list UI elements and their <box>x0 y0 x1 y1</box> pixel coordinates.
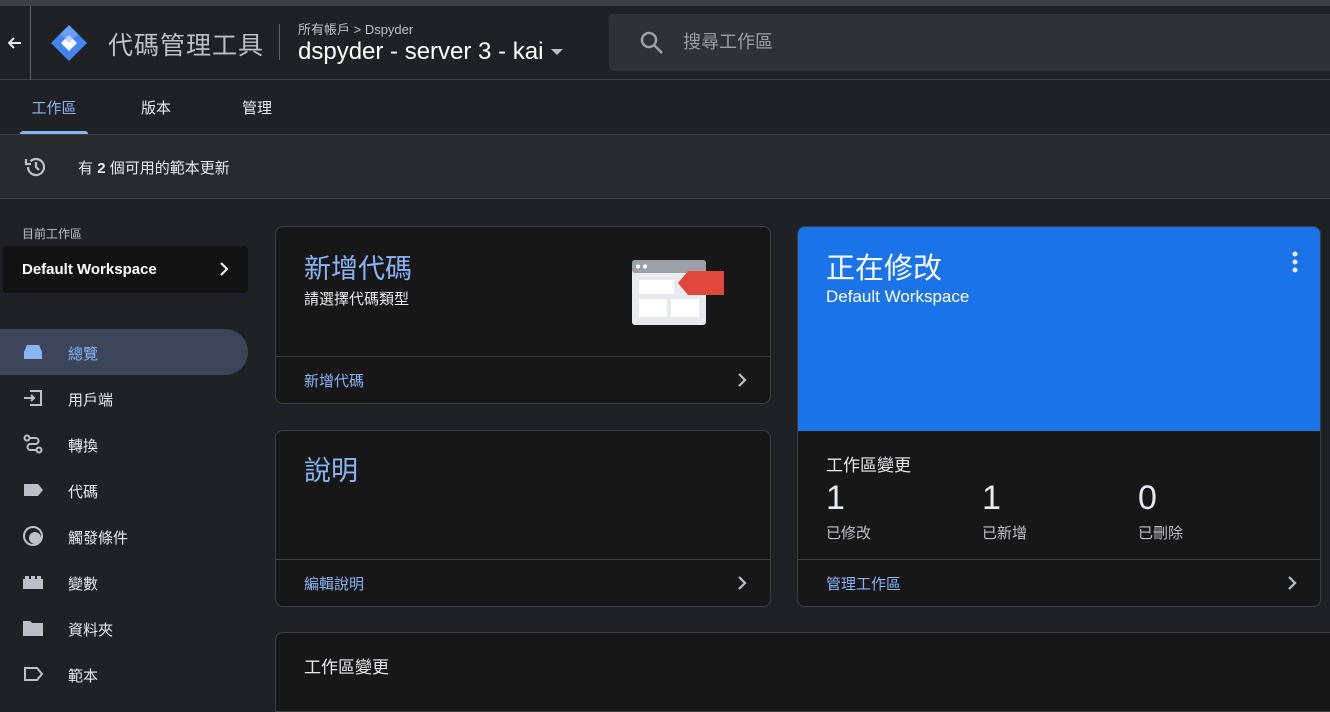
search-bar[interactable] <box>609 14 1330 71</box>
trigger-icon <box>23 526 43 546</box>
editing-workspace-name: Default Workspace <box>826 287 970 306</box>
sidebar-item-templates[interactable]: 範本 <box>0 651 248 697</box>
sidebar-item-triggers[interactable]: 觸發條件 <box>0 513 248 559</box>
stat-deleted: 0 已刪除 <box>1138 479 1183 543</box>
dropdown-caret-icon <box>551 49 564 55</box>
new-tag-link[interactable]: 新增代碼 <box>276 356 770 403</box>
stat-value: 0 <box>1138 479 1157 517</box>
sidebar-item-label: 變數 <box>68 576 99 593</box>
sidebar-item-label: 總覽 <box>68 346 99 363</box>
current-workspace-label: 目前工作區 <box>22 227 83 241</box>
workspace-status-card: 正在修改 Default Workspace 工作區變更 1 已修改 1 已新增… <box>797 226 1321 607</box>
sidebar-item-label: 觸發條件 <box>68 530 129 547</box>
breadcrumb[interactable]: 所有帳戶 > Dspyder <box>298 19 413 38</box>
stat-label: 已刪除 <box>1138 525 1184 542</box>
tab-admin[interactable]: 管理 <box>225 81 289 134</box>
sidebar-item-label: 代碼 <box>68 484 99 501</box>
edit-description-link[interactable]: 編輯說明 <box>276 559 770 606</box>
workspace-selector[interactable]: Default Workspace <box>3 246 248 293</box>
stat-label: 已新增 <box>982 525 1028 542</box>
app-header: 代碼管理工具 所有帳戶 > Dspyder dspyder - server 3… <box>0 6 1330 80</box>
new-tag-subtitle: 請選擇代碼類型 <box>304 291 410 308</box>
tag-icon <box>24 484 43 496</box>
notice-text: 有 2 個可用的範本更新 <box>78 157 230 178</box>
folder-icon <box>23 621 43 636</box>
new-tag-title[interactable]: 新增代碼 <box>304 247 412 286</box>
app-title: 代碼管理工具 <box>108 32 265 60</box>
workspace-changes-card-title: 工作區變更 <box>304 658 389 677</box>
stat-added: 1 已新增 <box>982 479 1027 543</box>
sidebar-item-folders[interactable]: 資料夾 <box>0 605 248 651</box>
update-history-icon <box>24 157 46 177</box>
stat-value: 1 <box>826 479 845 517</box>
sidebar: 目前工作區 Default Workspace 總覽 用戶端 轉換 代碼 觸發條… <box>0 200 260 694</box>
stat-value: 1 <box>982 479 1001 517</box>
new-tag-card: 新增代碼 請選擇代碼類型 新增代碼 <box>275 226 771 404</box>
container-name: dspyder - server 3 - kai <box>298 38 544 65</box>
overview-icon <box>24 345 42 359</box>
manage-workspaces-link[interactable]: 管理工作區 <box>798 559 1320 606</box>
header-divider <box>279 24 280 60</box>
edit-description-label: 編輯說明 <box>304 575 365 593</box>
tag-illustration-icon <box>632 260 724 325</box>
sidebar-item-label: 用戶端 <box>68 392 114 409</box>
tab-workspace[interactable]: 工作區 <box>20 81 88 134</box>
sidebar-item-label: 範本 <box>68 668 99 685</box>
notice-prefix: 有 <box>78 160 94 177</box>
variable-icon <box>23 576 43 589</box>
manage-workspaces-label: 管理工作區 <box>826 575 902 593</box>
stat-modified: 1 已修改 <box>826 479 871 543</box>
main-tabs: 工作區 版本 管理 <box>0 81 1330 135</box>
search-input[interactable] <box>683 28 1283 56</box>
description-card: 說明 編輯說明 <box>275 430 771 607</box>
workspace-name: Default Workspace <box>22 261 157 278</box>
chevron-right-icon <box>738 373 747 387</box>
template-update-notice[interactable]: 有 2 個可用的範本更新 <box>0 135 1330 199</box>
transformation-icon <box>23 434 43 454</box>
notice-suffix: 個可用的範本更新 <box>109 160 230 177</box>
sidebar-item-variables[interactable]: 變數 <box>0 559 248 605</box>
description-title[interactable]: 說明 <box>304 449 358 488</box>
template-icon <box>24 667 44 681</box>
back-button[interactable] <box>0 6 31 80</box>
sidebar-item-clients[interactable]: 用戶端 <box>0 375 248 421</box>
container-selector[interactable]: dspyder - server 3 - kai <box>298 38 564 66</box>
chevron-right-icon <box>220 262 229 276</box>
arrow-back-icon <box>8 37 21 49</box>
notice-count: 2 <box>97 160 106 177</box>
workspace-changes-card: 工作區變更 <box>275 632 1330 712</box>
sidebar-item-label: 轉換 <box>68 438 99 455</box>
sidebar-item-transformations[interactable]: 轉換 <box>0 421 248 467</box>
sidebar-item-label: 資料夾 <box>68 622 114 639</box>
tab-versions[interactable]: 版本 <box>124 81 188 134</box>
chevron-right-icon <box>1288 576 1297 590</box>
client-icon <box>24 390 42 406</box>
search-icon <box>640 31 663 54</box>
new-tag-link-label: 新增代碼 <box>304 372 365 390</box>
chevron-right-icon <box>738 576 747 590</box>
sidebar-item-tags[interactable]: 代碼 <box>0 467 248 513</box>
editing-title: 正在修改 <box>826 253 943 285</box>
workspace-changes-title: 工作區變更 <box>826 456 911 475</box>
more-options-icon[interactable] <box>1292 251 1298 273</box>
stat-label: 已修改 <box>826 525 872 542</box>
sidebar-item-overview[interactable]: 總覽 <box>0 329 248 375</box>
tag-manager-logo-icon[interactable] <box>50 24 88 62</box>
editing-banner: 正在修改 Default Workspace <box>798 227 1320 431</box>
